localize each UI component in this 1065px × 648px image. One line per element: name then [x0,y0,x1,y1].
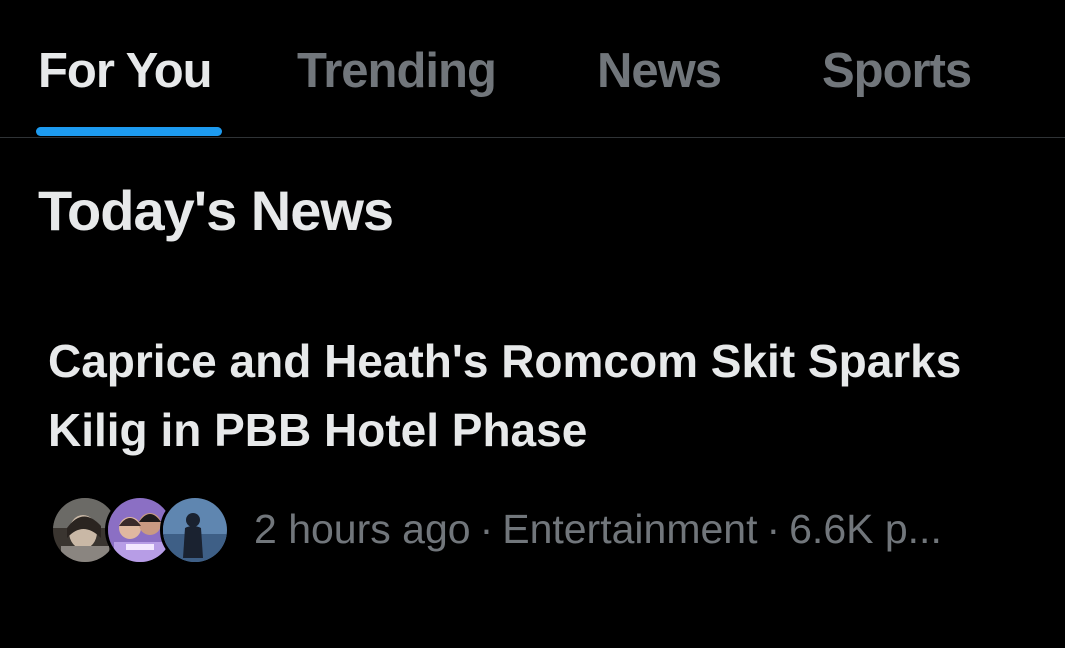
story-headline[interactable]: Caprice and Heath's Romcom Skit Sparks K… [48,327,988,465]
story-time: 2 hours ago [254,506,471,552]
story-meta-text: 2 hours ago · Entertainment · 6.6K p... [254,504,942,554]
separator: · [766,506,781,552]
tab-sports[interactable]: Sports [822,40,972,102]
story-meta[interactable]: 2 hours ago · Entertainment · 6.6K p... [50,492,1050,566]
tab-trending[interactable]: Trending [297,40,497,102]
story-category: Entertainment [502,506,758,552]
story-post-count: 6.6K p... [789,506,942,552]
section-title: Today's News [38,179,394,242]
separator: · [479,506,494,552]
tab-for-you[interactable]: For You [38,40,213,102]
tab-bar: For You Trending News Sports [0,0,1065,138]
active-tab-indicator [36,127,222,136]
tab-news[interactable]: News [597,40,722,102]
avatar [160,495,230,565]
